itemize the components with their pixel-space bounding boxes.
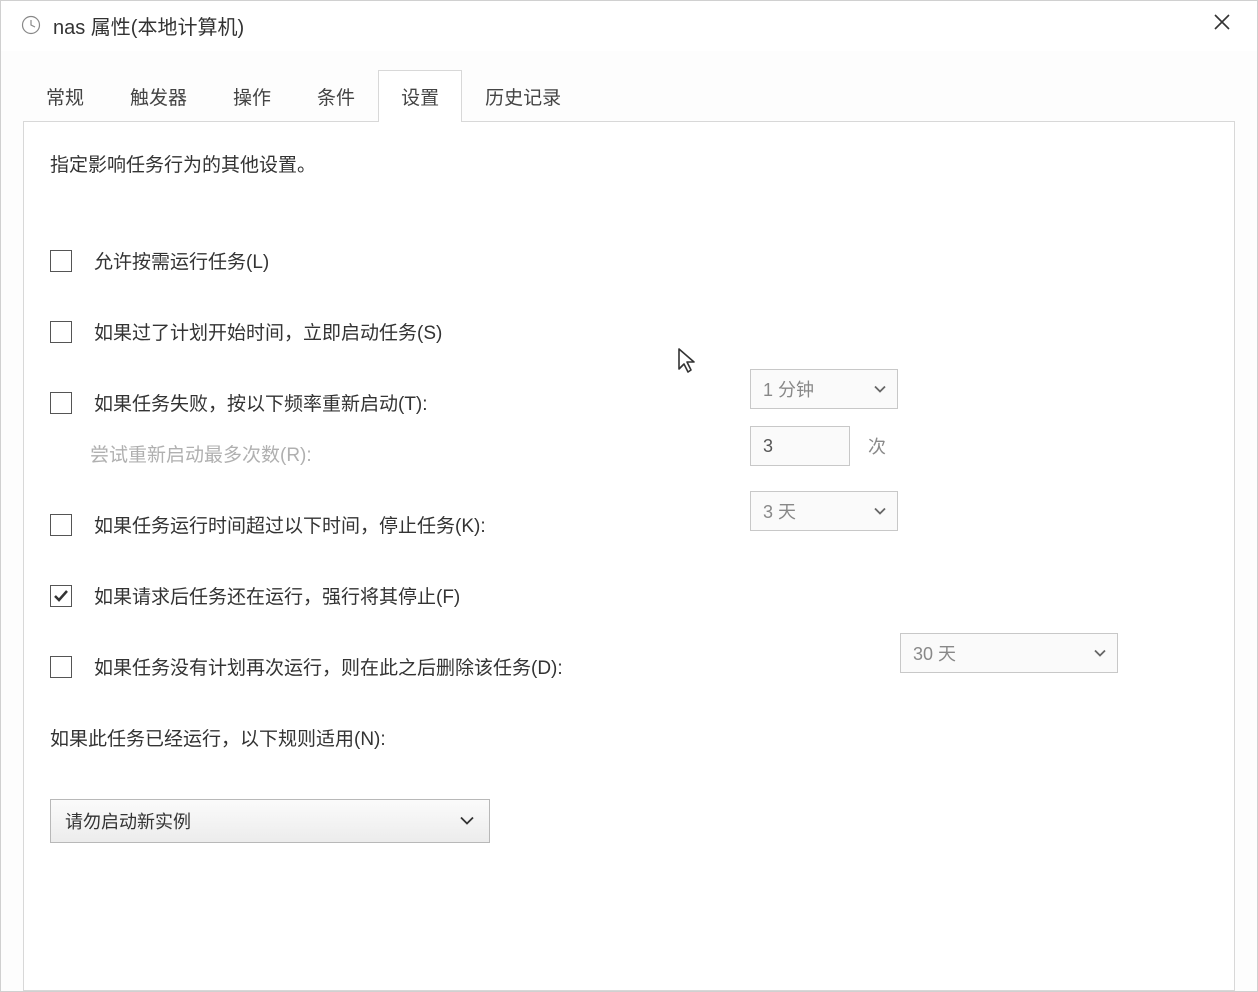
titlebar: nas 属性(本地计算机) bbox=[1, 1, 1257, 51]
combo-value: 1 分钟 bbox=[763, 376, 814, 402]
properties-dialog: nas 属性(本地计算机) 常规 触发器 操作 条件 设置 历史记录 指定影响任… bbox=[0, 0, 1258, 992]
tab-label: 设置 bbox=[401, 88, 439, 109]
window-title: nas 属性(本地计算机) bbox=[53, 11, 1199, 40]
tab-label: 常规 bbox=[46, 88, 84, 109]
row-restart-attempts: 尝试重新启动最多次数(R): 3 次 bbox=[90, 440, 1208, 467]
chevron-down-icon bbox=[1093, 643, 1107, 664]
tab-triggers[interactable]: 触发器 bbox=[107, 70, 210, 122]
tab-settings[interactable]: 设置 bbox=[378, 70, 462, 122]
checkbox-stop-if-long[interactable] bbox=[50, 514, 72, 536]
chevron-down-icon bbox=[459, 811, 475, 832]
row-run-asap: 如果过了计划开始时间，立即启动任务(S) bbox=[50, 318, 1208, 345]
label-restart-attempts: 尝试重新启动最多次数(R): bbox=[90, 440, 312, 467]
checkbox-restart-on-fail[interactable] bbox=[50, 392, 72, 414]
label-run-asap: 如果过了计划开始时间，立即启动任务(S) bbox=[94, 318, 442, 345]
tab-label: 历史记录 bbox=[485, 88, 561, 109]
input-restart-attempts[interactable]: 3 bbox=[750, 426, 850, 466]
clock-icon bbox=[21, 15, 41, 35]
label-stop-if-long: 如果任务运行时间超过以下时间，停止任务(K): bbox=[94, 511, 486, 538]
label-allow-on-demand: 允许按需运行任务(L) bbox=[94, 247, 269, 274]
suffix-times: 次 bbox=[868, 433, 886, 459]
checkbox-run-asap[interactable] bbox=[50, 321, 72, 343]
tab-label: 触发器 bbox=[130, 88, 187, 109]
combo-delete-after[interactable]: 30 天 bbox=[900, 633, 1118, 673]
combo-value: 30 天 bbox=[913, 640, 956, 666]
tab-row: 常规 触发器 操作 条件 设置 历史记录 bbox=[23, 69, 1235, 121]
tab-label: 条件 bbox=[317, 88, 355, 109]
tab-area: 常规 触发器 操作 条件 设置 历史记录 指定影响任务行为的其他设置。 允许按需… bbox=[1, 51, 1257, 991]
checkbox-force-stop[interactable] bbox=[50, 585, 72, 607]
close-button[interactable] bbox=[1199, 9, 1245, 41]
checkbox-delete-task[interactable] bbox=[50, 656, 72, 678]
tab-general[interactable]: 常规 bbox=[23, 70, 107, 122]
tab-history[interactable]: 历史记录 bbox=[462, 70, 584, 122]
label-delete-task: 如果任务没有计划再次运行，则在此之后删除该任务(D): bbox=[94, 653, 563, 680]
combo-restart-interval[interactable]: 1 分钟 bbox=[750, 369, 898, 409]
combo-running-rule[interactable]: 请勿启动新实例 bbox=[50, 799, 490, 843]
row-allow-on-demand: 允许按需运行任务(L) bbox=[50, 247, 1208, 274]
tab-conditions[interactable]: 条件 bbox=[294, 70, 378, 122]
tab-actions[interactable]: 操作 bbox=[210, 70, 294, 122]
row-restart-on-fail: 如果任务失败，按以下频率重新启动(T): 1 分钟 bbox=[50, 389, 1208, 416]
row-delete-if-not-scheduled: 如果任务没有计划再次运行，则在此之后删除该任务(D): 30 天 bbox=[50, 653, 1208, 680]
close-icon bbox=[1213, 13, 1231, 37]
label-restart-on-fail: 如果任务失败，按以下频率重新启动(T): bbox=[94, 389, 428, 416]
tab-label: 操作 bbox=[233, 88, 271, 109]
label-already-running: 如果此任务已经运行，以下规则适用(N): bbox=[50, 724, 1208, 751]
combo-stop-duration[interactable]: 3 天 bbox=[750, 491, 898, 531]
combo-value: 请勿启动新实例 bbox=[65, 808, 191, 834]
row-force-stop: 如果请求后任务还在运行，强行将其停止(F) bbox=[50, 582, 1208, 609]
cursor-icon bbox=[677, 347, 699, 380]
settings-description: 指定影响任务行为的其他设置。 bbox=[50, 150, 1208, 177]
checkbox-allow-on-demand[interactable] bbox=[50, 250, 72, 272]
tab-content-settings: 指定影响任务行为的其他设置。 允许按需运行任务(L) 如果过了计划开始时间，立即… bbox=[23, 121, 1235, 991]
input-value: 3 bbox=[763, 436, 773, 457]
combo-value: 3 天 bbox=[763, 498, 796, 524]
chevron-down-icon bbox=[873, 379, 887, 400]
chevron-down-icon bbox=[873, 501, 887, 522]
label-force-stop: 如果请求后任务还在运行，强行将其停止(F) bbox=[94, 582, 460, 609]
row-stop-if-long: 如果任务运行时间超过以下时间，停止任务(K): 3 天 bbox=[50, 511, 1208, 538]
